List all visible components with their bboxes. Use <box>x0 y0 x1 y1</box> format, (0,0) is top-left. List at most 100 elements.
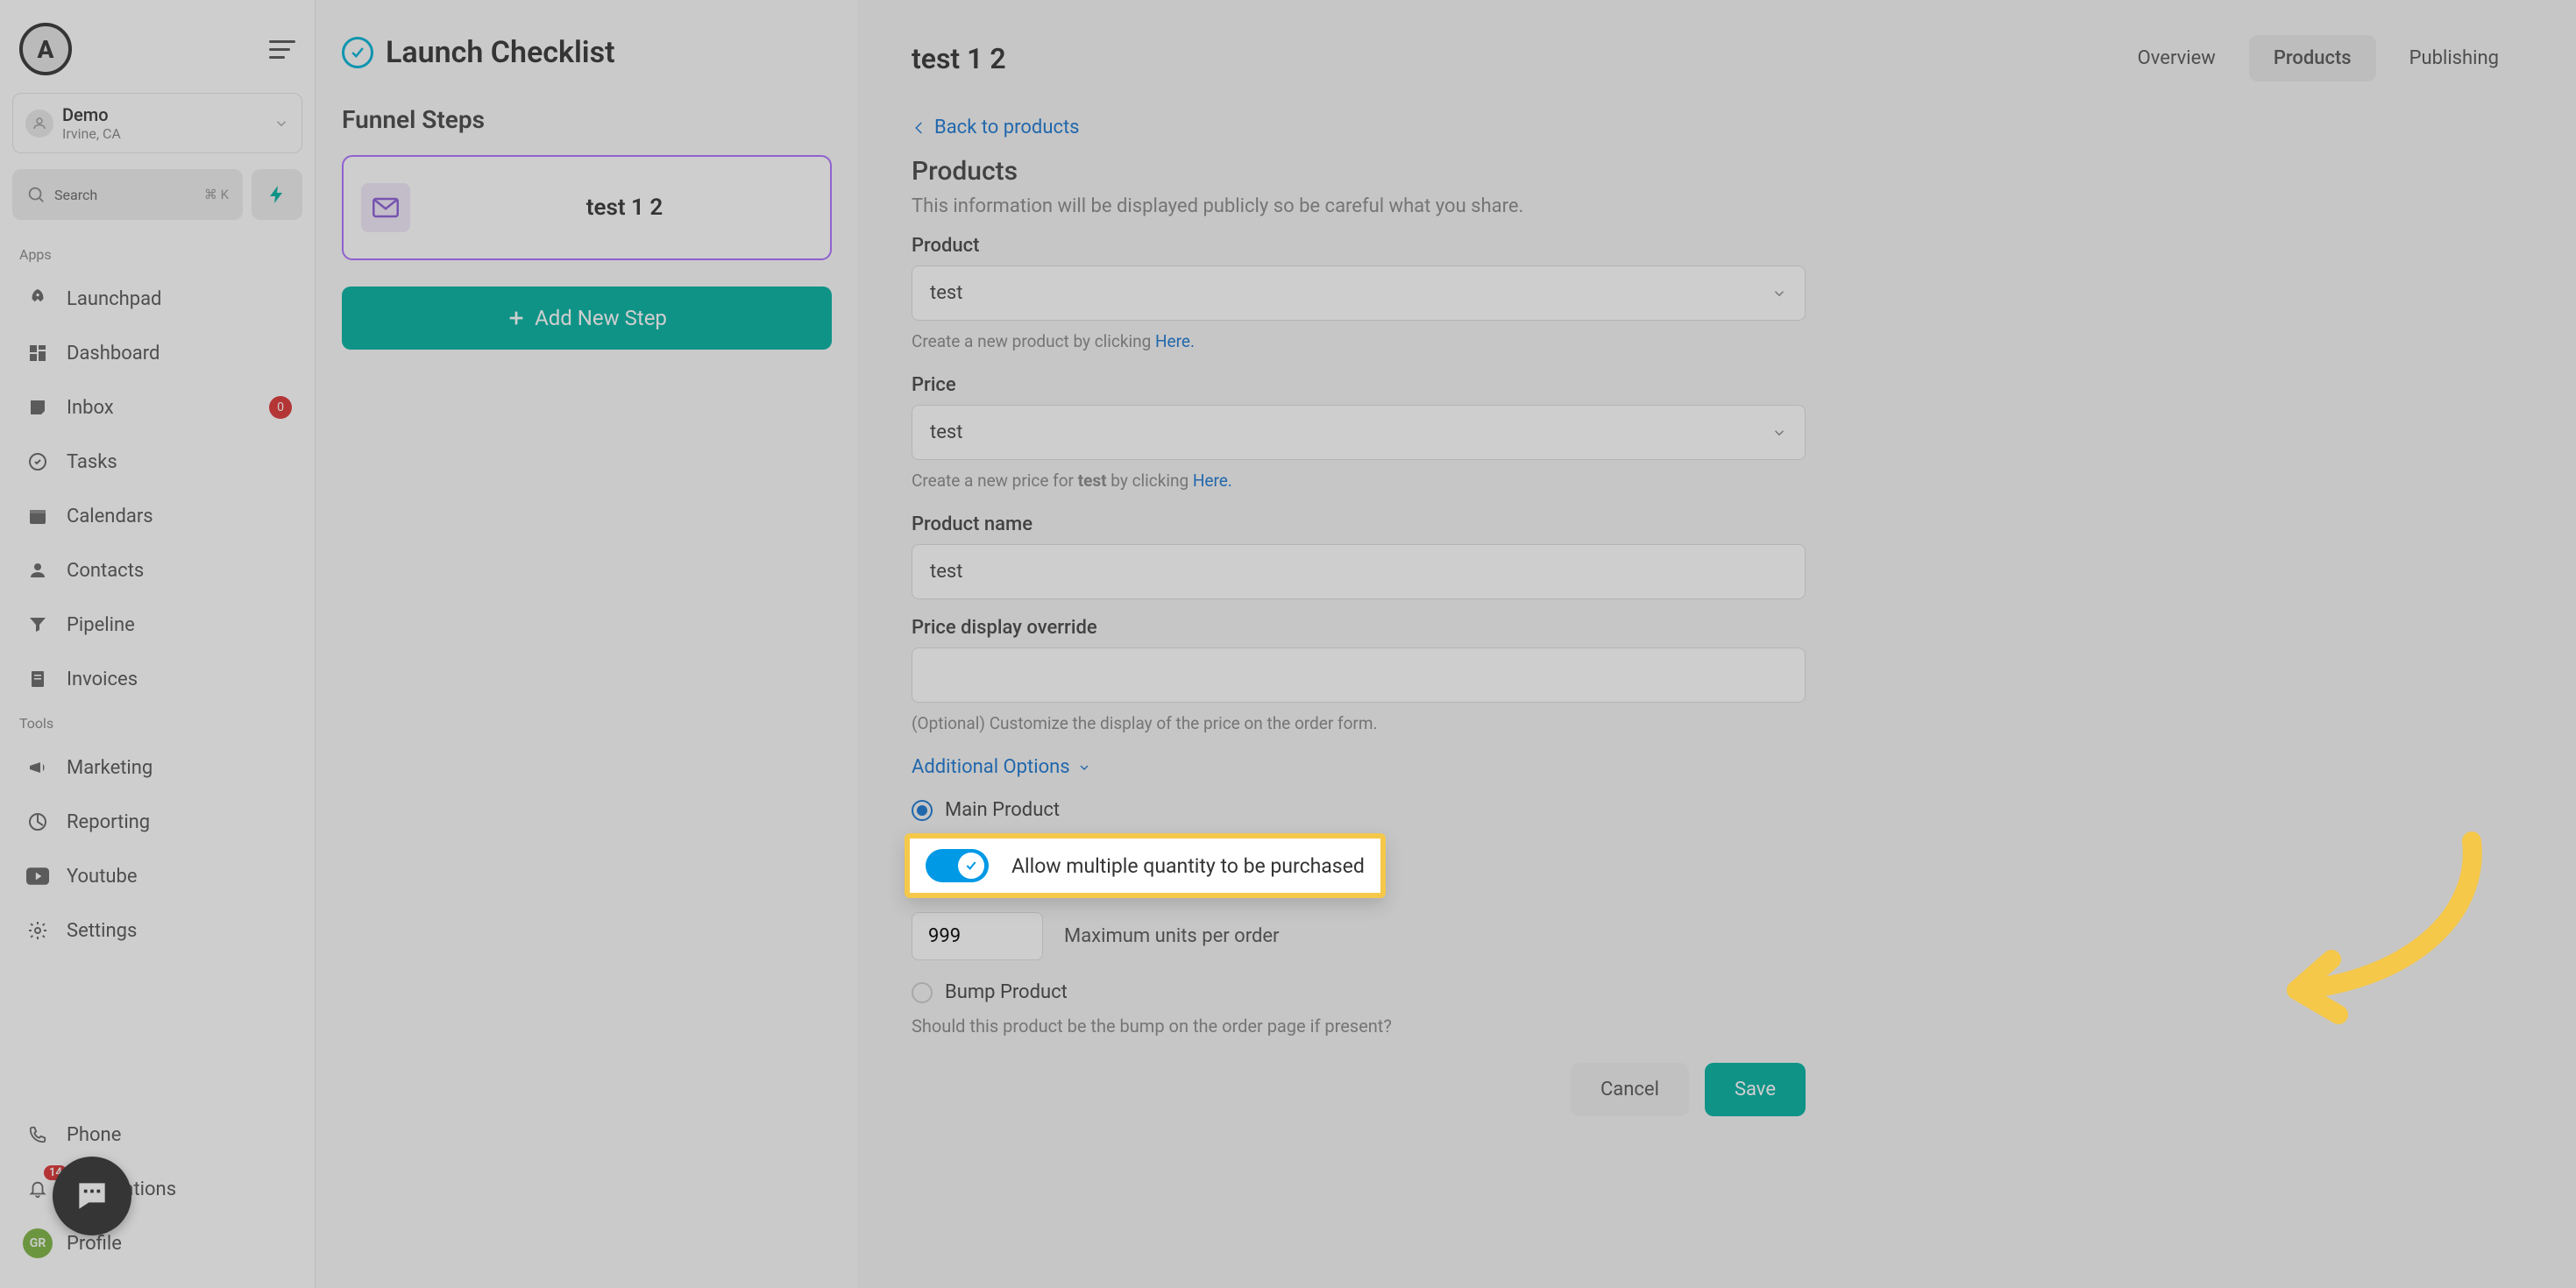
sidebar-item-tasks[interactable]: Tasks <box>12 435 302 489</box>
chat-icon <box>73 1177 111 1215</box>
sidebar-item-settings[interactable]: Settings <box>12 903 302 958</box>
funnel-step-card[interactable]: test 1 2 <box>342 155 832 260</box>
phone-icon <box>23 1120 53 1150</box>
account-name: Demo <box>62 104 265 125</box>
bump-product-radio-row[interactable]: Bump Product <box>912 981 2523 1003</box>
create-price-link[interactable]: Here. <box>1193 471 1232 491</box>
chevron-down-icon <box>1771 425 1787 441</box>
price-select[interactable]: test <box>912 405 1806 460</box>
filter-icon <box>23 610 53 640</box>
add-step-label: Add New Step <box>535 306 667 330</box>
create-product-link[interactable]: Here. <box>1155 331 1195 351</box>
quick-action-button[interactable] <box>252 169 302 220</box>
sidebar-item-reporting[interactable]: Reporting <box>12 795 302 849</box>
product-select-value: test <box>930 282 962 304</box>
user-icon <box>25 110 53 138</box>
app-logo[interactable]: A <box>19 23 72 75</box>
sidebar-item-label: Dashboard <box>67 343 160 364</box>
allow-quantity-highlight: Allow multiple quantity to be purchased <box>905 833 1386 898</box>
tab-products[interactable]: Products <box>2249 35 2376 81</box>
main-product-radio-row[interactable]: Main Product <box>912 799 2523 821</box>
bump-product-label: Bump Product <box>945 981 1068 1003</box>
tab-bar: Overview Products Publishing <box>2113 35 2523 81</box>
sidebar-item-inbox[interactable]: Inbox 0 <box>12 380 302 435</box>
sidebar-item-launchpad[interactable]: Launchpad <box>12 272 302 326</box>
sidebar-item-label: Reporting <box>67 811 150 833</box>
chart-icon <box>23 807 53 837</box>
sidebar-item-label: Phone <box>67 1124 121 1146</box>
contacts-icon <box>23 556 53 585</box>
sidebar-item-label: Marketing <box>67 757 153 779</box>
page-title: test 1 2 <box>912 42 1006 75</box>
price-select-value: test <box>930 421 962 443</box>
sidebar-item-label: Youtube <box>67 866 138 888</box>
sidebar-item-profile[interactable]: GR Profile <box>12 1216 302 1270</box>
sidebar-item-label: Inbox <box>67 397 114 419</box>
sidebar-item-phone[interactable]: Phone <box>12 1108 302 1162</box>
max-units-input[interactable] <box>912 912 1043 960</box>
additional-options-toggle[interactable]: Additional Options <box>912 756 2523 778</box>
back-to-products-link[interactable]: Back to products <box>912 117 2523 138</box>
check-icon <box>964 859 978 873</box>
check-circle-icon <box>342 37 373 68</box>
max-units-label: Maximum units per order <box>1064 925 1280 947</box>
account-location: Irvine, CA <box>62 125 265 142</box>
cancel-button[interactable]: Cancel <box>1571 1063 1689 1116</box>
price-field-label: Price <box>912 374 1806 396</box>
additional-options-label: Additional Options <box>912 756 1070 778</box>
chevron-down-icon <box>1077 761 1091 775</box>
add-new-step-button[interactable]: Add New Step <box>342 287 832 350</box>
allow-quantity-label: Allow multiple quantity to be purchased <box>1011 854 1365 878</box>
product-helper-text: Create a new product by clicking Here. <box>912 331 2523 351</box>
save-button[interactable]: Save <box>1705 1063 1806 1116</box>
funnel-steps-heading: Funnel Steps <box>342 105 832 134</box>
sidebar-item-label: Launchpad <box>67 288 161 310</box>
product-field-label: Product <box>912 235 1806 257</box>
product-name-input[interactable] <box>912 544 1806 599</box>
radio-main-product[interactable] <box>912 800 933 821</box>
sidebar-item-youtube[interactable]: Youtube <box>12 849 302 903</box>
allow-quantity-toggle[interactable] <box>926 849 989 882</box>
search-label: Search <box>54 187 97 203</box>
tab-overview[interactable]: Overview <box>2113 35 2240 81</box>
envelope-icon <box>361 183 410 232</box>
tab-publishing[interactable]: Publishing <box>2385 35 2523 81</box>
main-panel: test 1 2 Overview Products Publishing Ba… <box>859 0 2576 1288</box>
sidebar-item-calendars[interactable]: Calendars <box>12 489 302 543</box>
plus-icon <box>507 308 526 328</box>
price-helper-text: Create a new price for test by clicking … <box>912 471 2523 491</box>
search-input[interactable]: Search ⌘ K <box>12 169 243 220</box>
override-helper: (Optional) Customize the display of the … <box>912 713 2523 733</box>
step-title: test 1 2 <box>436 195 813 221</box>
sidebar-item-label: Tasks <box>67 451 117 473</box>
bolt-icon <box>266 184 287 205</box>
sidebar-item-label: Profile <box>67 1233 122 1255</box>
gear-icon <box>23 916 53 945</box>
sidebar-item-pipeline[interactable]: Pipeline <box>12 598 302 652</box>
product-select[interactable]: test <box>912 265 1806 321</box>
avatar: GR <box>23 1228 53 1258</box>
radio-bump-product[interactable] <box>912 982 933 1003</box>
sidebar-item-label: Settings <box>67 920 137 942</box>
search-icon <box>26 185 46 204</box>
sidebar-item-label: Pipeline <box>67 614 135 636</box>
sidebar-item-invoices[interactable]: Invoices <box>12 652 302 706</box>
products-section-subtitle: This information will be displayed publi… <box>912 195 2523 217</box>
sidebar-item-contacts[interactable]: Contacts <box>12 543 302 598</box>
search-shortcut: ⌘ K <box>204 187 229 202</box>
sidebar-item-dashboard[interactable]: Dashboard <box>12 326 302 380</box>
sidebar-item-label: Contacts <box>67 560 144 582</box>
inbox-badge: 0 <box>269 396 292 419</box>
products-section-title: Products <box>912 156 2523 187</box>
account-selector[interactable]: Demo Irvine, CA <box>12 93 302 153</box>
calendar-icon <box>23 501 53 531</box>
sidebar-item-marketing[interactable]: Marketing <box>12 740 302 795</box>
tasks-icon <box>23 447 53 477</box>
chat-widget-button[interactable] <box>53 1157 131 1235</box>
hamburger-menu-icon[interactable] <box>269 40 295 59</box>
back-link-label: Back to products <box>934 117 1080 138</box>
price-override-input[interactable] <box>912 648 1806 703</box>
launch-checklist-title: Launch Checklist <box>386 35 615 70</box>
sidebar: A Demo Irvine, CA Search ⌘ K Apps <box>0 0 316 1288</box>
chevron-down-icon <box>1771 286 1787 301</box>
